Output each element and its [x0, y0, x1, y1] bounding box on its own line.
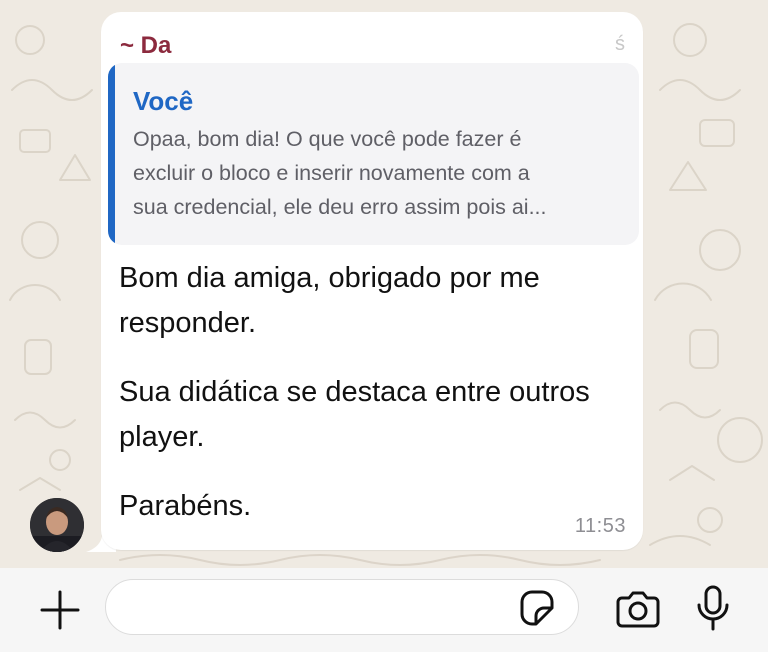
- user-avatar-icon: [30, 498, 84, 552]
- compose-bar: [0, 568, 768, 652]
- quote-line: Opaa, bom dia! O que você pode fazer é: [133, 127, 522, 151]
- camera-button[interactable]: [614, 590, 662, 630]
- message-input[interactable]: [105, 579, 579, 635]
- message-text: Bom dia amiga, obrigado por me responder…: [119, 256, 619, 529]
- microphone-icon: [697, 585, 729, 631]
- quote-accent-bar: [108, 63, 115, 245]
- attach-button[interactable]: [38, 588, 82, 632]
- message-paragraph: Bom dia amiga, obrigado por me responder…: [119, 262, 540, 339]
- sticker-icon: [520, 590, 554, 626]
- plus-icon: [40, 590, 80, 630]
- message-paragraph: Parabéns.: [119, 490, 252, 522]
- quote-text: Opaa, bom dia! O que você pode fazer é e…: [133, 122, 633, 224]
- microphone-button[interactable]: [695, 585, 731, 631]
- sender-name[interactable]: ~ Da: [120, 30, 225, 62]
- message-timestamp: 11:53: [574, 515, 626, 537]
- quote-author: Você: [133, 86, 194, 116]
- quote-line: excluir o bloco e inserir novamente com …: [133, 161, 530, 185]
- sticker-button[interactable]: [516, 588, 556, 628]
- quoted-message[interactable]: Você Opaa, bom dia! O que você pode faze…: [108, 63, 639, 245]
- camera-icon: [616, 591, 660, 628]
- message-paragraph: Sua didática se destaca entre outros pla…: [119, 376, 590, 453]
- message-bubble[interactable]: ~ Da ś Você Opaa, bom dia! O que você po…: [101, 12, 643, 550]
- sender-avatar[interactable]: [30, 498, 84, 552]
- quote-line: sua credencial, ele deu erro assim pois …: [133, 195, 547, 219]
- sender-name-fragment: ś: [615, 34, 625, 54]
